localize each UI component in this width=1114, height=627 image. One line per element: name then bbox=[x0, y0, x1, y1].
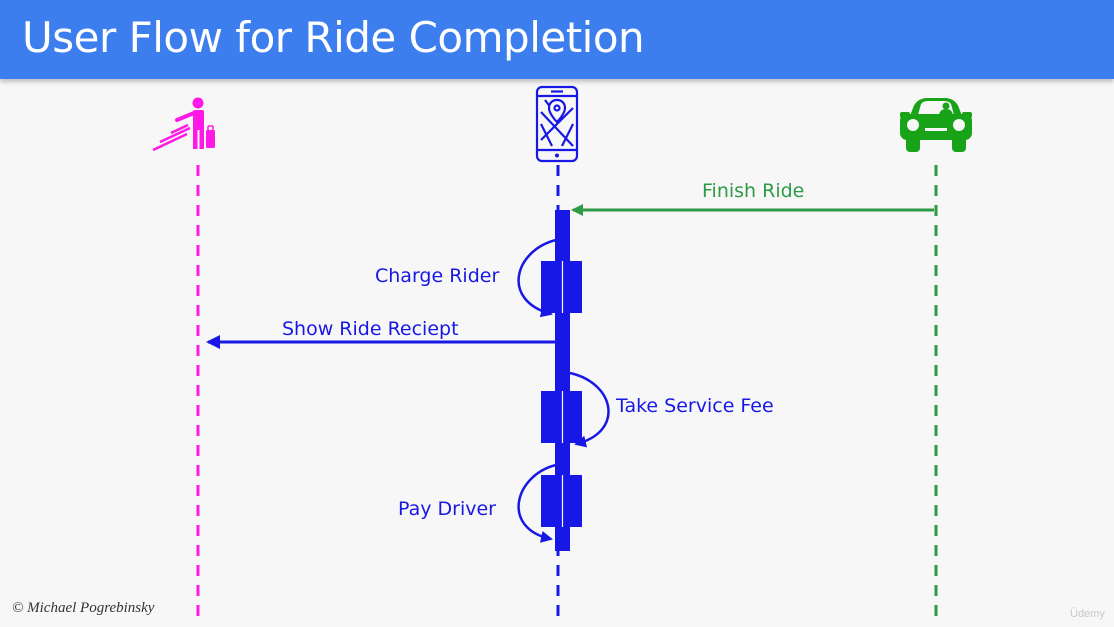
sequence-diagram: Finish Ride Charge Rider Show Ride Recie… bbox=[152, 85, 972, 622]
activation-box-charge-rider-left bbox=[541, 261, 555, 313]
activation-box-pay-driver-right bbox=[570, 475, 582, 527]
show-receipt-label: Show Ride Reciept bbox=[282, 318, 459, 340]
finish-ride-label: Finish Ride bbox=[702, 180, 804, 202]
charge-rider-label: Charge Rider bbox=[375, 265, 499, 287]
copyright-credit: © Michael Pogrebinsky bbox=[12, 600, 155, 616]
activation-box-charge-rider-right bbox=[570, 261, 582, 313]
activation-box-pay-driver-left bbox=[541, 475, 555, 527]
activation-box-service-fee-right bbox=[570, 391, 582, 443]
pay-driver-label: Pay Driver bbox=[398, 498, 496, 520]
car-driver-icon bbox=[900, 98, 972, 152]
activation-box-service-fee-left bbox=[541, 391, 555, 443]
rider-hailing-icon bbox=[152, 97, 215, 152]
service-fee-label: Take Service Fee bbox=[615, 395, 774, 417]
udemy-watermark: Ūdemy bbox=[1070, 608, 1105, 620]
phone-map-icon bbox=[535, 85, 579, 163]
